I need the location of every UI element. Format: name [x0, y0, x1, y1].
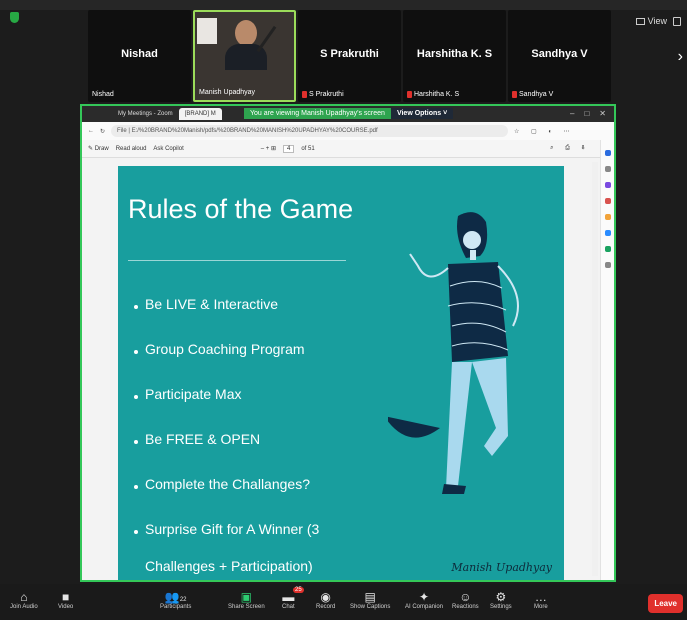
shared-screen: My Meetings - Zoom [BRAND] M You are vie… — [80, 104, 616, 582]
rule-item: Surprise Gift for A Winner (3 Challenges… — [134, 521, 370, 580]
window-controls[interactable]: – □ ✕ — [570, 109, 606, 118]
url-input[interactable]: File | E:/%20BRAND%20Manish/pdfs/%20BRAN… — [111, 125, 508, 137]
page-total: of 51 — [301, 145, 315, 152]
title-divider — [128, 260, 346, 261]
chat-button[interactable]: ▬ 25 Chat — [282, 587, 304, 610]
rules-list: Be LIVE & Interactive Group Coaching Pro… — [134, 296, 370, 580]
participants-icon: 👥22 — [164, 590, 187, 604]
participant-label: S Prakruthi — [302, 91, 344, 98]
meeting-toolbar: ⌂ Join Audio ■ Video 👥22 Participants ▣ Shar… — [0, 584, 687, 620]
address-bar: ← ↻ File | E:/%20BRAND%20Manish/pdfs/%20… — [82, 122, 614, 140]
zoom-controls[interactable]: – + ⊞ — [261, 145, 276, 152]
captions-icon: ▤ — [364, 590, 376, 604]
join-audio-button[interactable]: ⌂ Join Audio — [10, 590, 38, 610]
background-banner — [197, 18, 217, 44]
settings-icon: ⚙ — [495, 590, 507, 604]
share-screen-button[interactable]: ▣ Share Screen — [228, 590, 265, 610]
ai-companion-icon: ✦ — [418, 590, 430, 604]
browser-toolbar-icons[interactable]: ☆ ▢ ◐ ⋯ — [514, 128, 614, 135]
rule-item: Group Coaching Program — [134, 341, 370, 368]
chat-badge: 25 — [293, 587, 304, 593]
viewing-notice: You are viewing Manish Upadhyay's screen — [244, 108, 391, 119]
read-aloud-button[interactable]: Read aloud — [116, 146, 147, 152]
screen-share-banner: You are viewing Manish Upadhyay's screen… — [244, 108, 454, 119]
browser-tab-active[interactable]: [BRAND] M — [178, 108, 222, 120]
rule-item: Be LIVE & Interactive — [134, 296, 370, 323]
extension-icon[interactable] — [604, 182, 611, 188]
games-icon[interactable] — [604, 214, 611, 220]
back-icon[interactable]: ← — [88, 128, 94, 134]
scrollbar[interactable] — [592, 162, 598, 576]
pdf-toolbar: ✎ Draw Read aloud Ask Copilot – + ⊞ 4 of… — [82, 140, 614, 158]
zoom-meeting-window: View Nishad Nishad Manish Upadhyay S Pra… — [0, 0, 687, 620]
security-shield-icon[interactable] — [10, 12, 19, 23]
participant-name: Sandhya V — [531, 48, 588, 60]
signature: Manish Upadhyay — [451, 561, 552, 574]
add-icon[interactable] — [604, 262, 611, 268]
muted-mic-icon — [407, 91, 412, 98]
shopping-icon[interactable] — [604, 198, 611, 204]
search-icon[interactable] — [604, 166, 611, 172]
presentation-slide: Rules of the Game Be LIVE & Interactive … — [118, 166, 564, 580]
participants-button[interactable]: 👥22 Participants — [160, 590, 191, 610]
view-options-button[interactable]: View Options ˅ — [390, 108, 454, 119]
participant-label: Harshitha K. S — [407, 91, 459, 98]
outlook-icon[interactable] — [604, 230, 611, 236]
participant-tile[interactable]: Harshitha K. S Harshitha K. S — [403, 10, 506, 102]
participant-label: Sandhya V — [512, 91, 553, 98]
participant-tile[interactable]: Nishad Nishad — [88, 10, 191, 102]
tools-icon[interactable] — [604, 246, 611, 252]
participant-tile[interactable]: S Prakruthi S Prakruthi — [298, 10, 401, 102]
participant-strip: Nishad Nishad Manish Upadhyay S Prakruth… — [88, 10, 687, 102]
ask-copilot-button[interactable]: Ask Copilot — [153, 146, 183, 152]
participant-name: Nishad — [121, 48, 158, 60]
video-off-icon: ■ — [62, 590, 70, 604]
slide-title: Rules of the Game — [128, 194, 354, 224]
participant-label: Nishad — [92, 91, 114, 98]
chat-icon: ▬ — [282, 590, 295, 604]
next-page-arrow-icon[interactable]: › — [678, 48, 683, 66]
muted-mic-icon — [512, 91, 517, 98]
muted-mic-icon — [302, 91, 307, 98]
headphones-icon: ⌂ — [20, 590, 28, 604]
reactions-icon: ☺ — [459, 590, 472, 604]
top-bar — [0, 0, 687, 10]
ai-companion-button[interactable]: ✦ AI Companion — [405, 590, 443, 610]
participant-name: S Prakruthi — [320, 48, 379, 60]
share-screen-icon: ▣ — [240, 590, 253, 604]
record-icon: ◉ — [320, 590, 331, 604]
participant-tile-active-speaker[interactable]: Manish Upadhyay — [193, 10, 296, 102]
video-button[interactable]: ■ Video — [58, 590, 73, 610]
record-button[interactable]: ◉ Record — [316, 590, 335, 610]
rule-item: Participate Max — [134, 386, 370, 413]
browser-tab[interactable]: My Meetings - Zoom — [112, 108, 179, 120]
more-button[interactable]: … More — [534, 590, 548, 610]
page-number-input[interactable]: 4 — [282, 144, 295, 153]
reactions-button[interactable]: ☺ Reactions — [452, 590, 479, 610]
participant-tile[interactable]: Sandhya V Sandhya V — [508, 10, 611, 102]
more-icon: … — [534, 590, 547, 604]
rule-item: Be FREE & OPEN — [134, 431, 370, 458]
copilot-icon[interactable] — [604, 150, 611, 156]
leave-button[interactable]: Leave — [648, 594, 683, 613]
reload-icon[interactable]: ↻ — [100, 128, 105, 135]
draw-button[interactable]: ✎ Draw — [88, 145, 109, 152]
browser-sidebar — [600, 140, 614, 580]
show-captions-button[interactable]: ▤ Show Captions — [350, 590, 390, 610]
pdf-actions-icons[interactable]: ⌕ ⎙ ⇩ — [550, 145, 590, 152]
participant-name: Harshitha K. S — [416, 48, 493, 60]
settings-button[interactable]: ⚙ Settings — [490, 590, 512, 610]
woman-illustration — [388, 212, 519, 494]
browser-tab-bar: My Meetings - Zoom [BRAND] M You are vie… — [82, 106, 614, 122]
rule-item: Complete the Challanges? — [134, 476, 370, 503]
participant-label: Manish Upadhyay — [199, 89, 256, 96]
